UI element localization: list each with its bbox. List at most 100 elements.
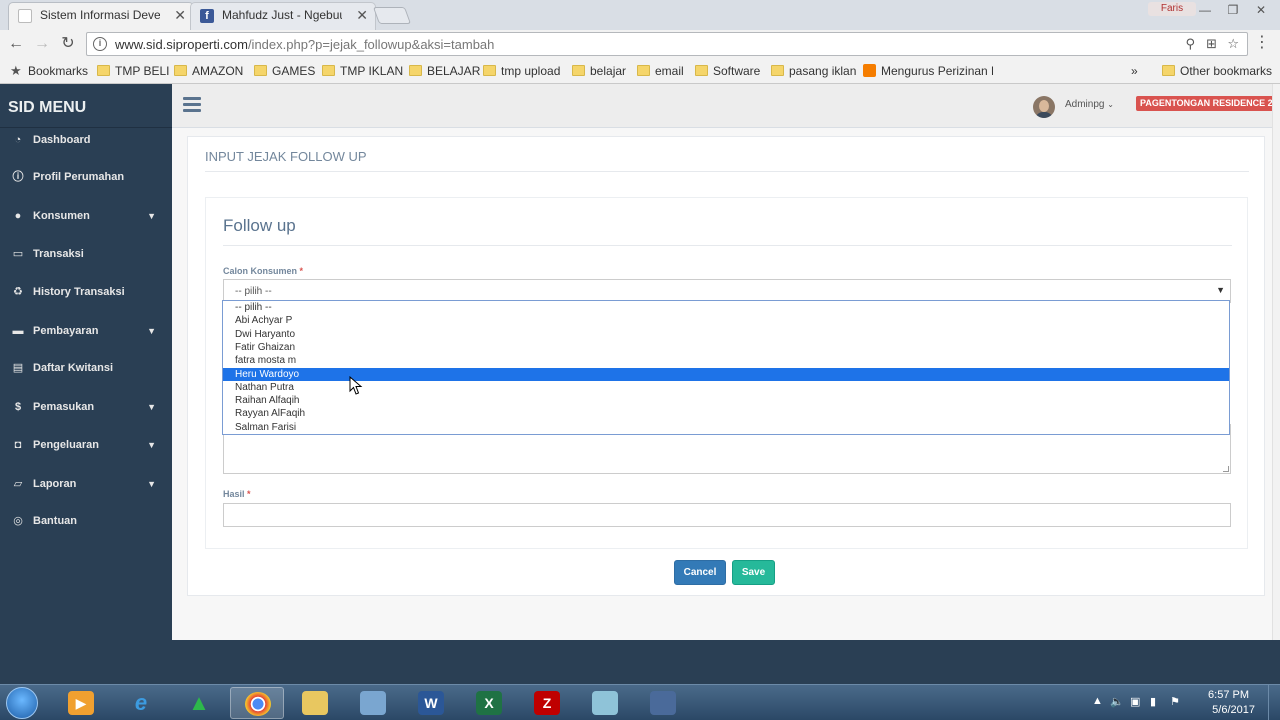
new-tab-button[interactable] xyxy=(372,7,412,24)
bookmark-folder[interactable]: Software xyxy=(695,63,760,79)
sidebar-item-pemasukan[interactable]: $ Pemasukan ▼ xyxy=(0,395,172,419)
page-footer xyxy=(172,640,1280,684)
dropdown-option[interactable]: Fatir Ghaizan xyxy=(223,341,1229,354)
sidebar-brand[interactable]: SID MENU xyxy=(0,84,172,128)
residence-badge[interactable]: PAGENTONGAN RESIDENCE 2 xyxy=(1136,96,1277,111)
bookmark-folder[interactable]: pasang iklan xyxy=(771,63,856,79)
filezilla-app[interactable]: Z xyxy=(520,687,574,719)
bookmark-folder[interactable]: TMP BELI xyxy=(97,63,169,79)
sidebar-item-laporan[interactable]: ▱ Laporan ▼ xyxy=(0,472,172,496)
show-desktop-button[interactable] xyxy=(1268,685,1280,720)
bookmark-folder[interactable]: GAMES xyxy=(254,63,315,79)
antivirus-icon[interactable]: ▣ xyxy=(1130,695,1140,708)
facebook-icon: f xyxy=(200,9,214,23)
resize-handle[interactable] xyxy=(1223,466,1229,472)
folder-icon xyxy=(695,65,708,76)
dropdown-option[interactable]: Raihan Alfaqih xyxy=(223,394,1229,407)
media-player-app[interactable]: ▶ xyxy=(54,687,108,719)
bookmark-folder[interactable]: belajar xyxy=(572,63,626,79)
money-icon: ◘ xyxy=(14,439,22,451)
bookmark-folder[interactable]: BELAJAR xyxy=(409,63,480,79)
sidebar-item-profil-perumahan[interactable]: ⓘ Profil Perumahan xyxy=(0,165,172,189)
tab-sistem-informasi[interactable]: Sistem Informasi Develop ✕ xyxy=(8,2,194,30)
sidebar-item-pembayaran[interactable]: ▬ Pembayaran ▼ xyxy=(0,319,172,343)
file-explorer-app[interactable] xyxy=(288,687,342,719)
dropdown-option[interactable]: Nathan Putra xyxy=(223,381,1229,394)
page-title: INPUT JEJAK FOLLOW UP xyxy=(205,149,367,164)
help-icon: ◎ xyxy=(13,515,23,527)
dropdown-option[interactable]: fatra mosta m xyxy=(223,354,1229,367)
excel-app[interactable]: X xyxy=(462,687,516,719)
star-icon[interactable]: ☆ xyxy=(1227,36,1239,52)
close-window-icon[interactable]: ✕ xyxy=(1248,1,1274,19)
volume-icon[interactable]: 🔈 xyxy=(1110,695,1124,708)
green-triangle-app[interactable]: ▲ xyxy=(172,687,226,719)
bookmark-folder[interactable]: tmp upload xyxy=(483,63,560,79)
start-button[interactable] xyxy=(6,687,38,719)
info-icon[interactable]: i xyxy=(93,37,107,51)
disk-app[interactable] xyxy=(636,687,690,719)
close-icon[interactable]: ✕ xyxy=(356,2,368,28)
tab-label: Sistem Informasi Develop xyxy=(40,8,160,22)
sidebar-item-history-transaksi[interactable]: ♻ History Transaksi xyxy=(0,280,172,304)
bookmark-folder[interactable]: TMP IKLAN xyxy=(322,63,403,79)
zoom-icon[interactable]: ⚲ xyxy=(1185,36,1195,52)
network-app[interactable] xyxy=(346,687,400,719)
sidebar-item-bantuan[interactable]: ◎ Bantuan xyxy=(0,509,172,533)
translate-icon[interactable]: ⊞ xyxy=(1206,36,1217,52)
bookmarks-bar: ★ Bookmarks TMP BELI AMAZON GAMES TMP IKL… xyxy=(0,58,1280,84)
clock-date[interactable]: 5/6/2017 xyxy=(1212,704,1255,716)
folder-icon xyxy=(637,65,650,76)
bookmark-link[interactable]: Mengurus Perizinan P xyxy=(863,63,993,79)
chrome-app[interactable] xyxy=(230,687,284,719)
tab-facebook[interactable]: f Mahfudz Just - Ngebuut ✕ xyxy=(190,2,376,30)
clock-time[interactable]: 6:57 PM xyxy=(1208,689,1249,701)
other-bookmarks-folder[interactable]: Other bookmarks xyxy=(1162,63,1272,79)
sidebar-item-transaksi[interactable]: ▭ Transaksi xyxy=(0,242,172,266)
folder-icon xyxy=(97,65,110,76)
tray-arrow-icon[interactable]: ▲ xyxy=(1092,695,1103,707)
avatar[interactable] xyxy=(1033,96,1055,118)
chevron-down-icon: ▼ xyxy=(147,402,156,412)
dropdown-option[interactable]: Salman Farisi xyxy=(223,421,1229,434)
cancel-button[interactable]: Cancel xyxy=(674,560,726,585)
dropdown-option[interactable]: Abi Achyar P xyxy=(223,314,1229,327)
internet-explorer-app[interactable]: e xyxy=(114,687,168,719)
recycle-icon: ♻ xyxy=(13,286,23,298)
hasil-input[interactable] xyxy=(223,503,1231,527)
sidebar-item-daftar-kwitansi[interactable]: ▤ Daftar Kwitansi xyxy=(0,356,172,380)
bookmark-folder[interactable]: AMAZON xyxy=(174,63,243,79)
reload-icon[interactable]: ↻ xyxy=(56,32,80,56)
forward-icon[interactable]: → xyxy=(30,32,54,56)
sidebar-item-dashboard[interactable]: ◔ Dashboard xyxy=(0,128,172,152)
word-app[interactable]: W xyxy=(404,687,458,719)
back-icon[interactable]: ← xyxy=(4,32,28,56)
address-bar[interactable]: i www.sid.siproperti.com/index.php?p=jej… xyxy=(86,32,1248,56)
restore-icon[interactable]: ❐ xyxy=(1220,1,1246,19)
dropdown-option[interactable]: -- pilih -- xyxy=(223,301,1229,314)
bookmarks-button[interactable]: ★ Bookmarks xyxy=(10,63,88,79)
minimize-icon[interactable]: — xyxy=(1192,1,1218,19)
sketch-app[interactable] xyxy=(578,687,632,719)
dropdown-option[interactable]: Dwi Haryanto xyxy=(223,328,1229,341)
signal-icon[interactable]: ▮ xyxy=(1150,695,1156,708)
dropdown-option[interactable]: Rayyan AlFaqih xyxy=(223,407,1229,420)
sidebar-item-label: History Transaksi xyxy=(33,286,125,298)
profile-badge[interactable]: Faris xyxy=(1148,2,1196,16)
user-menu[interactable]: Adminpg ⌄ xyxy=(1065,99,1114,110)
save-button[interactable]: Save xyxy=(732,560,775,585)
browser-menu-icon[interactable]: ⋮ xyxy=(1254,32,1270,52)
close-icon[interactable]: ✕ xyxy=(174,2,186,28)
bookmark-folder[interactable]: email xyxy=(637,63,684,79)
bookmarks-overflow-button[interactable]: » xyxy=(1127,63,1138,79)
sidebar-item-pengeluaran[interactable]: ◘ Pengeluaran ▼ xyxy=(0,433,172,457)
dropdown-option[interactable]: Heru Wardoyo xyxy=(223,367,1229,381)
flag-icon[interactable]: ⚑ xyxy=(1170,695,1180,708)
sidebar-item-label: Dashboard xyxy=(33,134,91,146)
sidebar-item-label: Profil Perumahan xyxy=(33,171,125,183)
menu-toggle-icon[interactable] xyxy=(183,97,201,113)
page-scrollbar[interactable] xyxy=(1272,84,1280,640)
konsumen-dropdown-list[interactable]: -- pilih -- Abi Achyar P Dwi Haryanto Fatir… xyxy=(222,300,1230,435)
sidebar-item-label: Konsumen xyxy=(33,210,90,222)
sidebar-item-konsumen[interactable]: ● Konsumen ▼ xyxy=(0,204,172,228)
